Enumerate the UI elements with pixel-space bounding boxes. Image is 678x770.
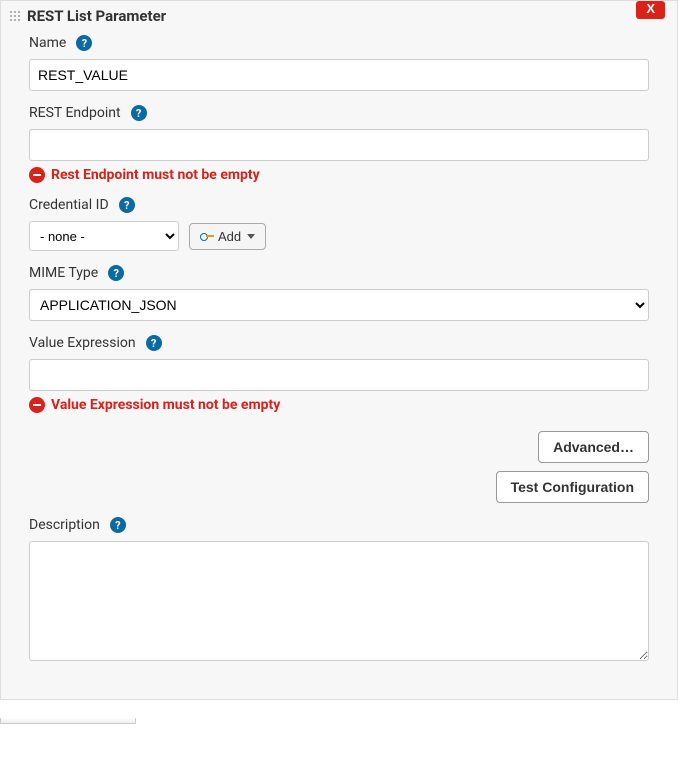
value-expression-input[interactable] [29, 359, 649, 391]
rest-endpoint-field: REST Endpoint ? Rest Endpoint must not b… [29, 105, 649, 183]
credential-id-label: Credential ID [29, 197, 109, 213]
advanced-button[interactable]: Advanced… [538, 431, 649, 463]
credential-id-controls: - none - Add [29, 221, 649, 251]
help-icon[interactable]: ? [76, 35, 92, 51]
rest-endpoint-error: Rest Endpoint must not be empty [29, 167, 649, 183]
mime-type-select[interactable]: APPLICATION_JSON [29, 289, 649, 321]
help-icon[interactable]: ? [119, 197, 135, 213]
value-expression-label: Value Expression [29, 335, 136, 351]
name-field: Name ? [29, 35, 649, 91]
name-label-row: Name ? [29, 35, 649, 51]
rest-endpoint-input[interactable] [29, 129, 649, 161]
drag-handle-icon[interactable] [9, 10, 21, 22]
rest-endpoint-error-text: Rest Endpoint must not be empty [51, 167, 260, 183]
value-expression-field: Value Expression ? Value Expression must… [29, 335, 649, 413]
value-expression-error: Value Expression must not be empty [29, 397, 649, 413]
chevron-down-icon [247, 234, 255, 239]
credential-id-select[interactable]: - none - [29, 221, 179, 251]
value-expression-error-text: Value Expression must not be empty [51, 397, 280, 413]
help-icon[interactable]: ? [110, 517, 126, 533]
test-configuration-button[interactable]: Test Configuration [496, 471, 649, 503]
mime-type-field: MIME Type ? APPLICATION_JSON [29, 265, 649, 321]
rest-list-parameter-panel: X REST List Parameter Name ? REST Endpoi… [0, 0, 678, 700]
description-textarea[interactable] [29, 541, 649, 661]
mime-type-label: MIME Type [29, 265, 98, 281]
collapsed-section-tab[interactable] [0, 718, 136, 724]
value-expression-label-row: Value Expression ? [29, 335, 649, 351]
help-icon[interactable]: ? [108, 265, 124, 281]
rest-endpoint-label: REST Endpoint [29, 105, 121, 121]
description-field: Description ? [29, 517, 649, 665]
help-icon[interactable]: ? [131, 105, 147, 121]
rest-endpoint-label-row: REST Endpoint ? [29, 105, 649, 121]
panel-content: Name ? REST Endpoint ? Rest Endpoint mus… [1, 35, 677, 665]
mime-type-label-row: MIME Type ? [29, 265, 649, 281]
name-input[interactable] [29, 59, 649, 91]
panel-header: REST List Parameter [1, 1, 677, 35]
credential-id-field: Credential ID ? - none - Add [29, 197, 649, 251]
add-credential-label: Add [218, 229, 241, 244]
description-label: Description [29, 517, 100, 533]
panel-title: REST List Parameter [27, 7, 166, 25]
add-credential-button[interactable]: Add [189, 223, 266, 250]
key-icon [200, 232, 214, 240]
description-label-row: Description ? [29, 517, 649, 533]
name-label: Name [29, 35, 66, 51]
error-icon [29, 167, 45, 183]
action-buttons: Advanced… Test Configuration [29, 431, 649, 503]
credential-id-label-row: Credential ID ? [29, 197, 649, 213]
close-button[interactable]: X [636, 1, 665, 19]
help-icon[interactable]: ? [146, 335, 162, 351]
error-icon [29, 397, 45, 413]
